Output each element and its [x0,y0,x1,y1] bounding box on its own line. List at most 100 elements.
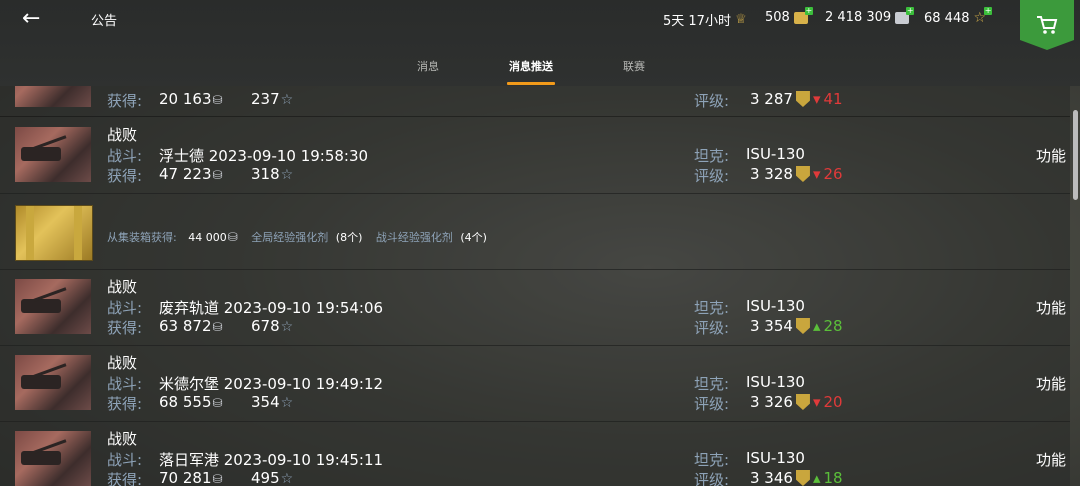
rating-shield-icon [795,166,810,182]
rating-down-icon: ▾ [812,90,821,108]
tank-label: 坦克: [694,375,730,393]
tank-label: 坦克: [694,299,730,317]
battle-map-time: 浮士德 2023-09-10 19:58:30 [159,147,369,165]
battle-label: 战斗: [107,147,143,165]
xp-star-icon: ☆ [280,92,294,108]
tab-messages[interactable]: 消息 [417,58,439,74]
chest-source-label: 从集装箱获得: [107,231,177,244]
free-xp-plus-icon: ☆ + [973,6,993,26]
rating-delta: 26 [823,165,843,183]
cart-icon [1037,16,1058,34]
tab-league[interactable]: 联赛 [623,58,645,74]
silver-icon: ⛁ [212,472,223,486]
chest-item-1-count: (8个) [335,231,363,244]
shop-button[interactable] [1020,0,1074,50]
notification-list[interactable]: 获得: 20 163⛁ 237☆ 评级: 3 287▾41 功能 战败 战斗: … [0,86,1080,486]
rating-delta: 28 [823,317,843,335]
list-item-chest[interactable]: 从集装箱获得: 44 000⛁ 全局经验强化剂 (8个) 战斗经验强化剂 (4个… [0,193,1070,270]
rating-shield-icon [795,318,810,334]
rating-delta: 41 [823,90,843,108]
list-item[interactable]: 战败 战斗: 浮士德 2023-09-10 19:58:30 获得: 47 22… [0,117,1070,194]
rating-shield-icon [795,91,810,107]
battle-map-time: 废弃轨道 2023-09-10 19:54:06 [159,299,384,317]
silver-balance[interactable]: 2 418 309 + [825,6,915,25]
rating-value: 3 328 ▾ 26 [750,165,843,183]
list-item[interactable]: 战败 战斗: 米德尔堡 2023-09-10 19:49:12 获得: 68 5… [0,345,1070,422]
chest-item-2: 战斗经验强化剂 [375,231,453,244]
xp-star-icon: ☆ [280,319,294,335]
active-tab-indicator [507,82,555,85]
earned-label: 获得: [107,471,143,486]
premium-time[interactable]: 5天 17小时 ♕ [663,10,747,29]
list-item[interactable]: 获得: 20 163⛁ 237☆ 评级: 3 287▾41 功能 [0,86,1070,117]
rating-value: 3 354 ▴ 28 [750,317,843,335]
free-xp-value: 68 448 [924,10,970,26]
rating-down-icon: ▾ [812,393,821,411]
rating-value: 3 346 ▴ 18 [750,469,843,486]
battle-label: 战斗: [107,451,143,469]
battle-result: 战败 [107,430,138,448]
earned-xp: 237☆ [251,90,294,108]
function-button[interactable]: 功能 [1036,449,1066,470]
gold-plus-icon: + [793,6,813,24]
earned-xp: 318☆ [251,165,294,183]
tab-bar: 消息 消息推送 联赛 [0,58,1080,86]
list-item[interactable]: 战败 战斗: 废弃轨道 2023-09-10 19:54:06 获得: 63 8… [0,269,1070,346]
free-xp-balance[interactable]: 68 448 ☆ + [924,6,993,26]
rating-label: 评级: [694,319,730,337]
earned-label: 获得: [107,92,143,110]
function-button[interactable]: 功能 [1036,145,1066,166]
battle-map-time: 米德尔堡 2023-09-10 19:49:12 [159,375,384,393]
tank-thumbnail [15,279,91,334]
rating-label: 评级: [694,167,730,185]
premium-icon: ♕ [734,12,747,27]
rating-label: 评级: [694,395,730,413]
earned-xp: 495☆ [251,469,294,486]
rating-delta: 18 [823,469,843,486]
tank-name: ISU-130 [746,145,805,163]
earned-label: 获得: [107,395,143,413]
chest-thumbnail [15,205,93,261]
tank-thumbnail [15,127,91,182]
silver-value: 2 418 309 [825,10,892,25]
earned-label: 获得: [107,167,143,185]
rating-label: 评级: [694,471,730,486]
function-button[interactable]: 功能 [1036,373,1066,394]
earned-xp: 354☆ [251,393,294,411]
silver-plus-icon: + [895,6,915,24]
chest-silver: 44 000 [188,231,227,244]
rating-down-icon: ▾ [812,165,821,183]
page-title: 公告 [91,14,118,29]
earned-label: 获得: [107,319,143,337]
silver-icon: ⛁ [212,168,223,182]
rating-up-icon: ▴ [812,317,821,335]
tank-name: ISU-130 [746,297,805,315]
chest-item-1: 全局经验强化剂 [251,231,329,244]
function-button[interactable]: 功能 [1036,297,1066,318]
tank-name: ISU-130 [746,373,805,391]
tank-label: 坦克: [694,451,730,469]
tank-name: ISU-130 [746,449,805,467]
tank-thumbnail [15,86,91,107]
tank-thumbnail [15,431,91,486]
gold-value: 508 [765,10,790,25]
top-bar: ← 公告 5天 17小时 ♕ 508 + 2 418 309 + 68 448 … [0,0,1080,86]
silver-icon: ⛁ [212,396,223,410]
silver-icon: ⛁ [212,93,223,107]
arrow-left-icon[interactable]: ← [22,6,40,31]
scrollbar[interactable] [1073,110,1078,200]
earned-silver: 68 555⛁ [159,393,223,411]
rating-label: 评级: [694,92,730,110]
rating-shield-icon [795,394,810,410]
tab-notifications[interactable]: 消息推送 [509,58,553,74]
rating-delta: 20 [823,393,843,411]
earned-silver: 70 281⛁ [159,469,223,486]
gold-balance[interactable]: 508 + [765,6,813,25]
battle-result: 战败 [107,126,138,144]
xp-star-icon: ☆ [280,471,294,486]
silver-icon: ⛁ [212,320,223,334]
chest-item-2-count: (4个) [460,231,487,244]
chest-rewards: 从集装箱获得: 44 000⛁ 全局经验强化剂 (8个) 战斗经验强化剂 (4个… [107,229,487,245]
earned-xp: 678☆ [251,317,294,335]
list-item[interactable]: 战败 战斗: 落日军港 2023-09-10 19:45:11 获得: 70 2… [0,421,1070,486]
